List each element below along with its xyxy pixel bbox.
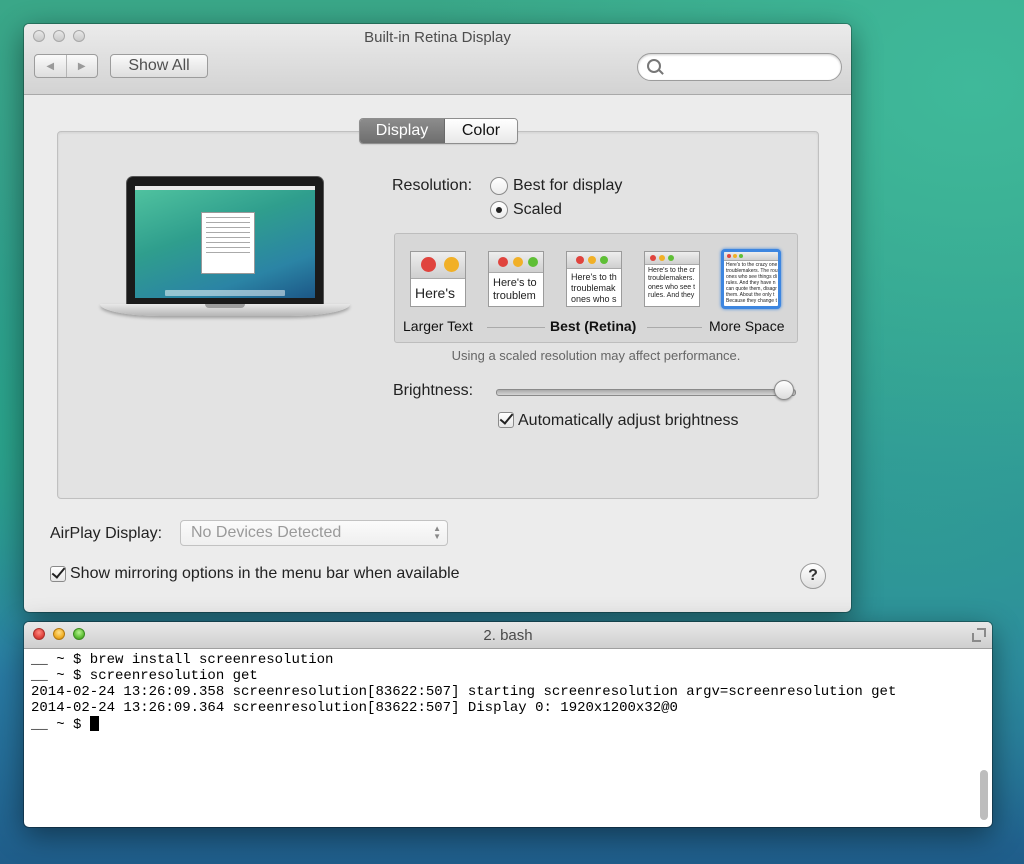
fullscreen-icon[interactable] [972,628,986,642]
best-retina-label: Best (Retina) [550,318,637,334]
scaled-radio[interactable] [490,201,508,219]
tab-display[interactable]: Display [360,119,445,143]
search-input[interactable] [666,57,838,79]
auto-brightness-label[interactable]: Automatically adjust brightness [518,412,739,430]
terminal-line: 2014-02-24 13:26:09.358 screenresolution… [31,684,897,700]
help-button[interactable]: ? [800,563,826,589]
airplay-popup[interactable]: No Devices Detected ▲ ▼ [180,520,448,546]
scale-option-best-retina[interactable]: Here's to th troublemak ones who s [566,251,622,307]
terminal-titlebar: 2. bash [24,622,992,649]
brightness-label: Brightness: [393,382,474,399]
scale-preview-text: Here's [415,285,456,301]
titlebar: Built-in Retina Display ◀ ▶ Show All [24,24,851,95]
larger-text-label: Larger Text [403,318,473,334]
scale-preview-text: Here's to the crazy one troublemakers. T… [726,262,778,304]
best-for-display-label[interactable]: Best for display [513,177,622,195]
brightness-slider-track[interactable] [496,389,796,396]
airplay-value: No Devices Detected [191,524,342,541]
back-arrow-icon[interactable]: ◀ [35,55,67,77]
more-space-label: More Space [709,318,785,334]
scale-preview-text: Here's to th troublemak ones who s [571,272,617,304]
terminal-title: 2. bash [483,627,533,644]
search-icon [647,59,661,73]
forward-arrow-icon[interactable]: ▶ [67,55,98,77]
best-for-display-radio[interactable] [490,177,508,195]
window-title: Built-in Retina Display [364,29,511,46]
airplay-label: AirPlay Display: [50,525,163,542]
mirroring-checkbox[interactable] [50,566,66,582]
scale-option-more-space[interactable]: Here's to the crazy one troublemakers. T… [721,249,781,309]
macbook-illustration [100,176,350,328]
performance-note: Using a scaled resolution may affect per… [451,348,741,363]
scale-preview-text: Here's to the cr troublemakers. ones who… [648,267,696,300]
laptop-base [100,304,350,316]
show-all-button[interactable]: Show All [110,54,208,78]
terminal-line: __ ~ $ screenresolution get [31,668,258,684]
terminal-scrollbar[interactable] [980,770,988,820]
laptop-lid [126,176,324,306]
scale-divider [647,327,702,328]
scale-option-2[interactable]: Here's to troublem [488,251,544,307]
mirroring-label[interactable]: Show mirroring options in the menu bar w… [70,565,460,583]
terminal-window: 2. bash __ ~ $ brew install screenresolu… [24,622,992,827]
tab-bar: Display Color [359,118,518,144]
scale-option-larger-text[interactable]: Here's [410,251,466,307]
terminal-line: __ ~ $ brew install screenresolution [31,652,334,668]
resolution-label: Resolution: [392,177,473,194]
auto-brightness-checkbox[interactable] [498,412,514,428]
brightness-slider-knob[interactable] [774,380,794,400]
search-field[interactable] [637,53,842,81]
terminal-prompt: __ ~ $ [31,717,90,733]
terminal-output[interactable]: __ ~ $ brew install screenresolution __ … [31,652,974,733]
scale-preview-text: Here's to troublem [493,277,537,303]
scaled-label[interactable]: Scaled [513,201,562,219]
scaled-resolution-picker: Here's Here's to troublem Here's to th t… [394,233,798,343]
tab-color[interactable]: Color [445,119,517,143]
scale-divider [487,327,545,328]
terminal-line: 2014-02-24 13:26:09.364 screenresolution… [31,700,678,716]
terminal-cursor [89,716,99,731]
back-forward-control: ◀ ▶ [34,54,98,78]
scale-option-4[interactable]: Here's to the cr troublemakers. ones who… [644,251,700,307]
laptop-screen-preview [135,186,315,298]
up-down-arrow-icon: ▲ ▼ [433,524,441,541]
display-preferences-window: Built-in Retina Display ◀ ▶ Show All Dis… [24,24,851,612]
